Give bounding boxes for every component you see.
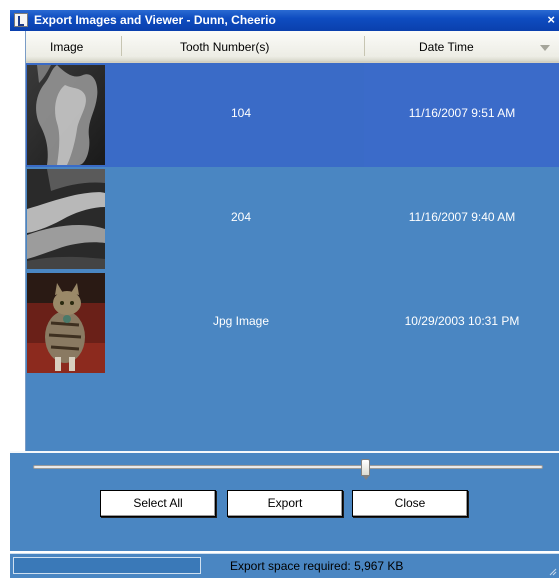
date-time-cell: 10/29/2003 10:31 PM <box>404 314 520 328</box>
column-divider[interactable] <box>121 36 122 56</box>
title-bar[interactable]: Export Images and Viewer - Dunn, Cheerio… <box>10 10 559 31</box>
table-row[interactable]: 104 11/16/2007 9:51 AM <box>26 63 559 167</box>
close-icon[interactable]: × <box>547 12 555 27</box>
status-bar: Export space required: 5,967 KB <box>10 553 559 578</box>
export-button[interactable]: Export <box>227 490 343 517</box>
sort-arrow-icon[interactable] <box>540 45 550 51</box>
tooth-number-cell: Jpg Image <box>212 314 270 328</box>
zoom-slider-thumb[interactable] <box>361 459 370 480</box>
zoom-slider-track[interactable] <box>33 465 543 469</box>
export-images-window: Export Images and Viewer - Dunn, Cheerio… <box>0 0 559 578</box>
xray-thumbnail[interactable] <box>27 65 105 165</box>
image-list[interactable]: Image Tooth Number(s) Date Time 104 11/1… <box>25 31 559 451</box>
resize-grip-icon[interactable] <box>547 566 557 576</box>
list-header: Image Tooth Number(s) Date Time <box>26 31 559 63</box>
app-icon <box>14 13 28 27</box>
close-button[interactable]: Close <box>352 490 468 517</box>
list-empty-area <box>26 377 559 451</box>
date-time-cell: 11/16/2007 9:40 AM <box>408 210 516 224</box>
export-progress-bar <box>13 557 201 574</box>
cat-photo-thumbnail[interactable] <box>27 273 105 373</box>
date-time-cell: 11/16/2007 9:51 AM <box>408 106 516 120</box>
table-row[interactable]: 204 11/16/2007 9:40 AM <box>26 167 559 271</box>
select-all-button[interactable]: Select All <box>100 490 216 517</box>
column-header-date-time[interactable]: Date Time <box>419 40 474 54</box>
tooth-number-cell: 104 <box>230 106 252 120</box>
table-row[interactable]: Jpg Image 10/29/2003 10:31 PM <box>26 271 559 375</box>
column-header-tooth-numbers[interactable]: Tooth Number(s) <box>180 40 269 54</box>
tooth-number-cell: 204 <box>230 210 252 224</box>
column-divider[interactable] <box>364 36 365 56</box>
export-space-status: Export space required: 5,967 KB <box>230 559 404 573</box>
column-header-image[interactable]: Image <box>50 40 83 54</box>
window-title: Export Images and Viewer - Dunn, Cheerio <box>34 13 276 27</box>
xray-thumbnail[interactable] <box>27 169 105 269</box>
bottom-panel: Select All Export Close <box>10 451 559 551</box>
